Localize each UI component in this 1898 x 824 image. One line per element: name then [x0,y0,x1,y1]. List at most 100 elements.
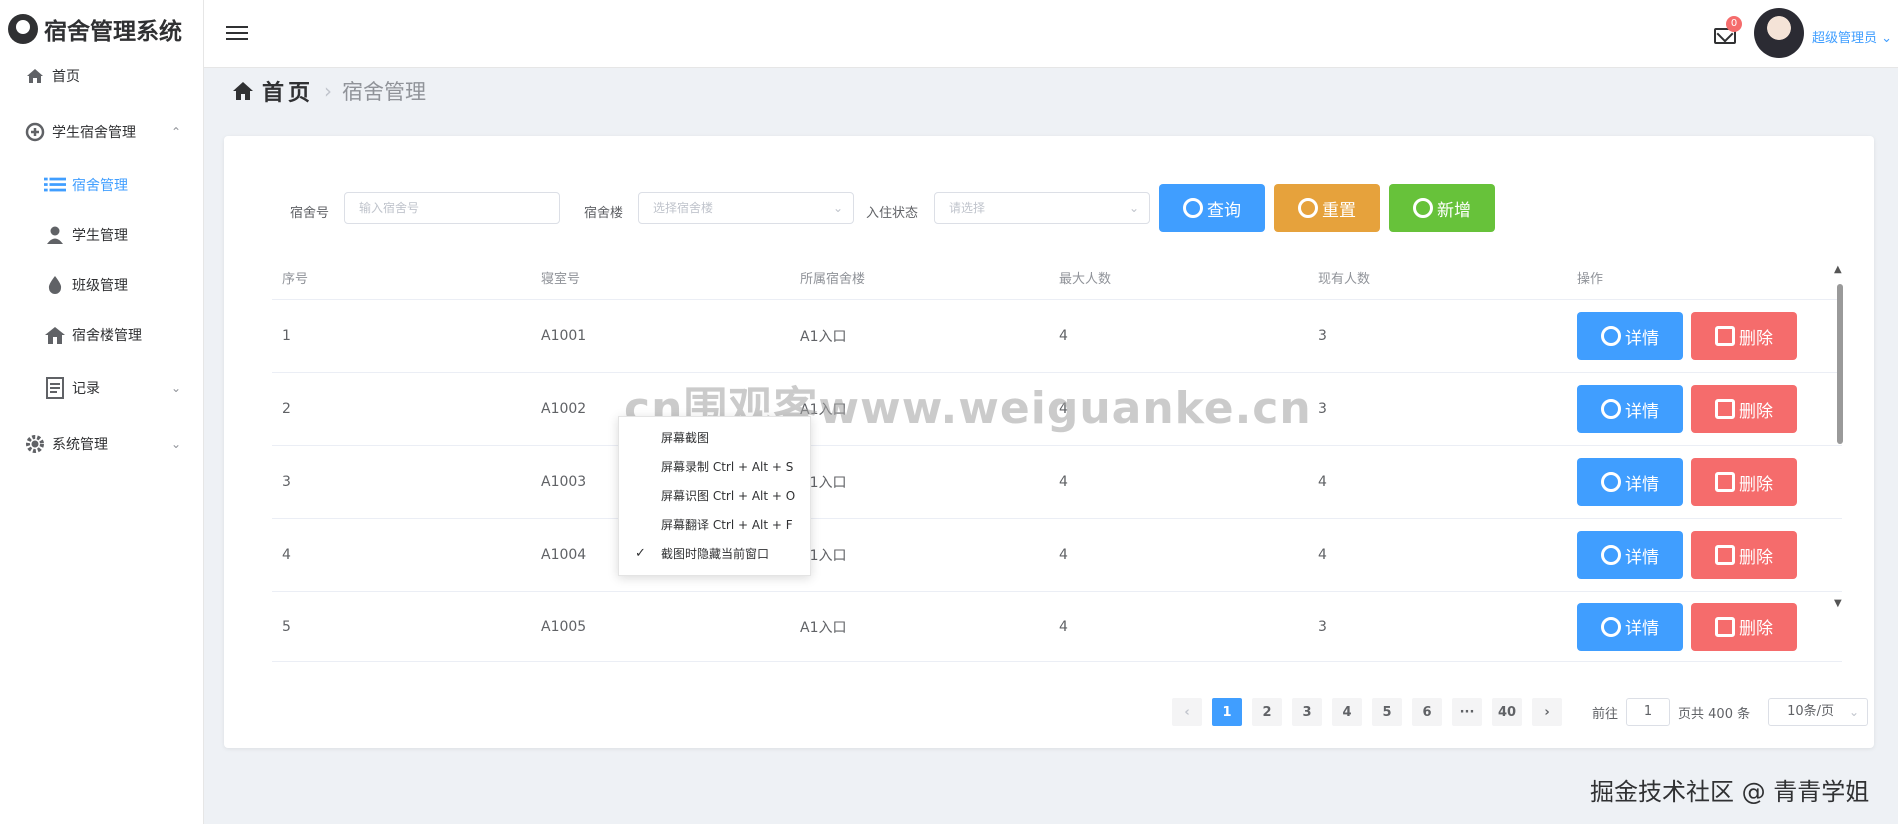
context-menu-item[interactable]: 屏幕录制 Ctrl + Alt + S [619,452,810,481]
page-button[interactable]: 1 [1212,698,1242,726]
watermark-credit: 掘金技术社区 @ 青青学姐 [1590,778,1870,806]
search-icon [1183,198,1203,218]
menu-toggle-icon[interactable] [226,26,248,44]
breadcrumb-home[interactable]: 首页 [262,75,314,107]
detail-button[interactable]: 详情 [1577,385,1683,433]
cell-building: A1入口 [800,619,847,636]
cell-current: 3 [1318,328,1327,344]
user-menu[interactable]: 超级管理员 ⌄ [1812,27,1892,46]
detail-label: 详情 [1625,474,1659,495]
search-icon [1601,399,1621,419]
table-row: 4 A1004 A1入口 4 4 详情 删除 [272,519,1842,592]
cell-index: 4 [282,547,291,563]
refresh-icon [1298,198,1318,218]
page-button[interactable]: 4 [1332,698,1362,726]
sidebar-item-student-dorm[interactable]: 学生宿舍管理 ⌃ [0,104,203,160]
context-menu-item[interactable]: 屏幕翻译 Ctrl + Alt + F [619,510,810,539]
sidebar-item-class-management[interactable]: 班级管理 [0,260,203,310]
sidebar: 宿舍管理系统 首页 学生宿舍管理 ⌃ 宿舍管理 学生管理 班级管理 宿舍楼管理 … [0,0,204,824]
delete-button[interactable]: 删除 [1691,602,1797,651]
delete-button[interactable]: 删除 [1691,312,1797,360]
building-select[interactable]: 选择宿舍楼 ⌄ [638,192,854,224]
cell-actions: 详情 删除 [1567,312,1837,360]
table-row: 1 A1001 A1入口 4 3 详情 删除 [272,300,1842,373]
list-icon [44,174,66,196]
detail-button[interactable]: 详情 [1577,312,1683,360]
page-button[interactable]: 6 [1412,698,1442,726]
context-menu-label: 屏幕截图 [661,431,710,445]
next-page-button[interactable]: › [1532,698,1562,726]
trash-icon [1715,616,1735,637]
chevron-down-icon: ⌄ [170,381,181,395]
page-button[interactable]: 2 [1252,698,1282,726]
sidebar-item-dorm-management[interactable]: 宿舍管理 [0,160,203,210]
page-button[interactable]: 3 [1292,698,1322,726]
more-pages-button[interactable]: ··· [1452,698,1482,726]
page-button[interactable]: 40 [1492,698,1522,726]
context-menu-item[interactable]: 屏幕截图 [619,423,810,452]
query-button[interactable]: 查询 [1159,184,1265,232]
sidebar-item-building-management[interactable]: 宿舍楼管理 [0,310,203,360]
sidebar-item-label: 首页 [52,69,80,85]
total-text: 页共 400 条 [1678,706,1751,722]
cell-max: 4 [1059,618,1068,635]
goto-label: 前往 [1592,706,1619,722]
cell-max: 4 [1059,547,1068,563]
dorm-table: 序号 寝室号 所属宿舍楼 最大人数 现有人数 操作 1 A1001 A1入口 4… [272,256,1842,662]
scrollbar-thumb[interactable] [1837,284,1843,444]
main-card: 宿舍号 输入宿舍号 宿舍楼 选择宿舍楼 ⌄ 入住状态 请选择 ⌄ 查询 重置 新… [224,136,1874,748]
page-button[interactable]: 5 [1372,698,1402,726]
goto-page-input[interactable]: 1 [1626,698,1671,726]
context-menu-item[interactable]: 屏幕识图 Ctrl + Alt + O [619,481,810,510]
building-label: 宿舍楼 [584,206,624,221]
delete-button[interactable]: 删除 [1691,531,1797,579]
sidebar-item-records[interactable]: 记录 ⌄ [0,360,203,416]
table-row: 3 A1003 A1入口 4 4 详情 删除 [272,446,1842,519]
check-icon: ✓ [635,546,646,561]
scroll-up-icon[interactable]: ▲ [1834,264,1842,275]
query-button-label: 查询 [1207,200,1241,221]
trash-icon [1715,326,1735,346]
detail-button[interactable]: 详情 [1577,602,1683,651]
detail-button[interactable]: 详情 [1577,458,1683,506]
delete-button[interactable]: 删除 [1691,385,1797,433]
prev-page-button[interactable]: ‹ [1172,698,1202,726]
home-icon [24,65,46,87]
cell-building: A1入口 [800,329,847,345]
plus-circle-icon [1413,198,1433,218]
delete-button[interactable]: 删除 [1691,458,1797,506]
delete-label: 删除 [1739,547,1773,568]
context-menu: 屏幕截图 屏幕录制 Ctrl + Alt + S 屏幕识图 Ctrl + Alt… [618,416,811,576]
search-form: 宿舍号 输入宿舍号 宿舍楼 选择宿舍楼 ⌄ 入住状态 请选择 ⌄ 查询 重置 新… [224,184,1874,234]
detail-label: 详情 [1625,328,1659,349]
avatar[interactable] [1754,8,1804,58]
cell-index: 3 [282,474,291,490]
sidebar-item-student-management[interactable]: 学生管理 [0,210,203,260]
sidebar-item-label: 宿舍楼管理 [72,328,142,344]
sidebar-item-label: 学生管理 [72,228,128,244]
search-icon [1601,545,1621,565]
detail-button[interactable]: 详情 [1577,531,1683,579]
context-menu-label: 屏幕识图 Ctrl + Alt + O [661,489,796,503]
room-input[interactable]: 输入宿舍号 [344,192,560,224]
add-button[interactable]: 新增 [1389,184,1495,232]
cell-max: 4 [1059,474,1068,490]
table-scrollbar[interactable]: ▲ ▼ [1834,264,1844,609]
status-select[interactable]: 请选择 ⌄ [934,192,1150,224]
sidebar-item-home[interactable]: 首页 [0,58,203,94]
detail-label: 详情 [1625,547,1659,568]
context-menu-item[interactable]: ✓ 截图时隐藏当前窗口 [619,539,810,568]
cell-max: 4 [1059,328,1068,344]
app-title: 宿舍管理系统 [44,19,182,45]
house-icon [44,324,66,346]
page-size-select[interactable]: 10条/页 ⌄ [1768,698,1869,726]
scroll-down-icon[interactable]: ▼ [1834,598,1842,609]
reset-button[interactable]: 重置 [1274,184,1380,232]
sidebar-item-system-management[interactable]: 系统管理 ⌄ [0,416,203,472]
chevron-down-icon: ⌄ [1881,31,1893,46]
sidebar-item-label: 记录 [72,381,100,397]
status-placeholder: 请选择 [949,201,986,215]
trash-icon [1715,399,1735,419]
room-placeholder: 输入宿舍号 [359,201,420,215]
table-header: 序号 寝室号 所属宿舍楼 最大人数 现有人数 操作 [272,256,1842,300]
